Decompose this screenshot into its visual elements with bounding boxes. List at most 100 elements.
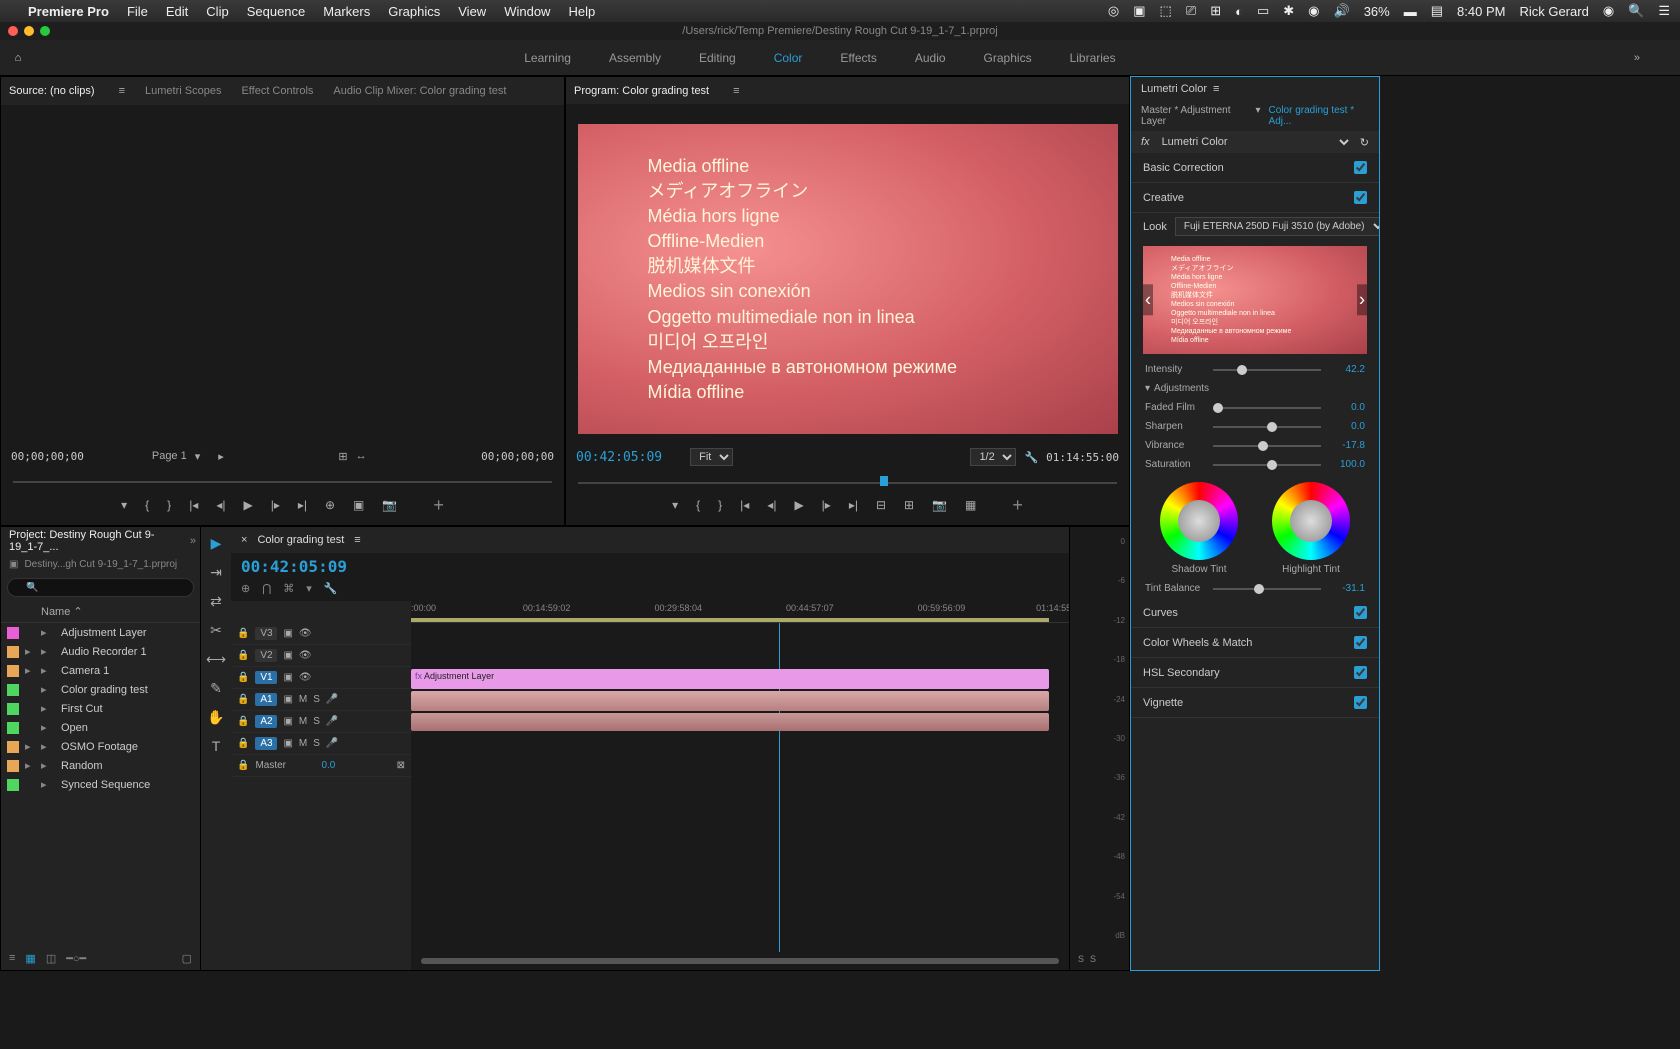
goto-in-icon[interactable]: |◂ <box>740 498 749 512</box>
track-a1[interactable]: A1 <box>255 693 277 706</box>
toggle-output-icon[interactable]: ▣ <box>283 694 292 705</box>
tab-program[interactable]: Program: Color grading test <box>574 85 709 97</box>
saturation-value[interactable]: 100.0 <box>1329 459 1365 470</box>
menu-markers[interactable]: Markers <box>323 4 370 19</box>
in-icon[interactable]: { <box>696 498 700 512</box>
out-icon[interactable]: } <box>718 498 722 512</box>
step-back-icon[interactable]: ◂| <box>767 498 776 512</box>
timeline-timecode[interactable]: 00:42:05:09 <box>231 553 1069 580</box>
sharpen-value[interactable]: 0.0 <box>1329 421 1365 432</box>
goto-out-icon[interactable]: ▸| <box>298 498 307 512</box>
curves-toggle[interactable] <box>1354 606 1367 619</box>
toggle-output-icon[interactable]: ▣ <box>283 716 292 727</box>
menu-sequence[interactable]: Sequence <box>247 4 306 19</box>
slip-tool-icon[interactable]: ⟷ <box>206 651 226 668</box>
zoom-slider[interactable]: ━○━ <box>66 952 86 965</box>
basic-toggle[interactable] <box>1354 161 1367 174</box>
source-scrub[interactable] <box>13 473 552 491</box>
source-page[interactable]: Page 1 <box>152 450 187 462</box>
list-view-icon[interactable]: ≡ <box>9 952 15 964</box>
sharpen-slider[interactable] <box>1213 426 1321 428</box>
goto-out-icon[interactable]: ▸| <box>849 498 858 512</box>
window-minimize[interactable] <box>24 26 34 36</box>
lock-icon[interactable]: 🔒 <box>237 650 249 661</box>
user-name[interactable]: Rick Gerard <box>1519 4 1588 19</box>
tab-menu-icon[interactable]: ≡ <box>733 85 739 97</box>
in-icon[interactable]: { <box>145 498 149 512</box>
project-item[interactable]: ▸▸Camera 1 <box>1 661 200 680</box>
wrench-icon[interactable]: 🔧 <box>1024 451 1038 464</box>
mic-icon[interactable]: 🎤 <box>326 694 338 705</box>
siri-icon[interactable]: ◉ <box>1603 3 1614 19</box>
export-frame-icon[interactable]: 📷 <box>932 498 947 512</box>
menu-view[interactable]: View <box>458 4 486 19</box>
sort-asc-icon[interactable]: ⌃ <box>73 606 82 618</box>
status-icon-2[interactable]: ⎚ <box>1186 3 1196 19</box>
ws-audio[interactable]: Audio <box>915 51 946 65</box>
track-v1[interactable]: V1 <box>255 671 277 684</box>
battery-icon[interactable]: ▬ <box>1404 4 1417 19</box>
expand-arrow-icon[interactable]: ▸ <box>25 664 35 677</box>
program-fit-select[interactable]: Fit <box>690 448 733 466</box>
chevron-down-icon[interactable]: ▾ <box>1256 105 1261 127</box>
project-item[interactable]: ▸▸Audio Recorder 1 <box>1 642 200 661</box>
track-a3[interactable]: A3 <box>255 737 277 750</box>
menu-file[interactable]: File <box>127 4 148 19</box>
play-icon[interactable]: ▶ <box>243 498 252 512</box>
lum-section-curves[interactable]: Curves <box>1131 598 1379 628</box>
lift-icon[interactable]: ⊟ <box>876 498 886 512</box>
clip-adjustment[interactable]: fx Adjustment Layer <box>411 669 1049 689</box>
look-next-icon[interactable]: › <box>1357 284 1367 315</box>
ws-assembly[interactable]: Assembly <box>609 51 661 65</box>
chevron-down-icon[interactable]: ▾ <box>1145 383 1150 394</box>
step-fwd-icon[interactable]: |▸ <box>822 498 831 512</box>
intensity-slider[interactable] <box>1213 369 1321 371</box>
master-val[interactable]: 0.0 <box>321 760 335 771</box>
tl-marker-icon[interactable]: ▾ <box>306 582 312 595</box>
window-close[interactable] <box>8 26 18 36</box>
toggle-output-icon[interactable]: ▣ <box>283 672 292 683</box>
volume-icon[interactable]: 🔊 <box>1334 3 1350 19</box>
cwm-toggle[interactable] <box>1354 636 1367 649</box>
out-icon[interactable]: } <box>167 498 171 512</box>
add-button-icon[interactable]: + <box>1012 495 1023 516</box>
program-res-select[interactable]: 1/2 <box>970 448 1016 466</box>
hsl-toggle[interactable] <box>1354 666 1367 679</box>
project-search-input[interactable] <box>7 578 194 597</box>
track-a2[interactable]: A2 <box>255 715 277 728</box>
export-frame-icon[interactable]: 📷 <box>382 498 397 512</box>
clip-audio[interactable] <box>411 713 1049 731</box>
tl-opt-1-icon[interactable]: ⊕ <box>241 582 250 595</box>
tab-source[interactable]: Source: (no clips) <box>9 85 95 97</box>
project-item[interactable]: ▸▸Random <box>1 756 200 775</box>
look-prev-icon[interactable]: ‹ <box>1143 284 1153 315</box>
dropbox-icon[interactable]: ⬚ <box>1160 3 1172 19</box>
marker-icon[interactable]: ▾ <box>672 498 678 512</box>
ws-overflow-icon[interactable]: » <box>1634 52 1640 64</box>
cc-icon[interactable]: ◎ <box>1108 3 1119 19</box>
mic-icon[interactable]: 🎤 <box>326 716 338 727</box>
ws-libraries[interactable]: Libraries <box>1070 51 1116 65</box>
insert-icon[interactable]: ⊕ <box>325 498 335 512</box>
lum-seq[interactable]: Color grading test * Adj... <box>1269 105 1369 127</box>
lum-section-cwm[interactable]: Color Wheels & Match <box>1131 628 1379 658</box>
seq-menu-icon[interactable]: ≡ <box>354 534 360 546</box>
program-timecode[interactable]: 00:42:05:09 <box>576 450 662 465</box>
menu-icon[interactable]: ☰ <box>1658 3 1670 19</box>
mic-icon[interactable]: 🎤 <box>326 738 338 749</box>
battery-pct[interactable]: 36% <box>1364 4 1390 19</box>
faded-slider[interactable] <box>1213 407 1321 409</box>
chevron-down-icon[interactable]: ▾ <box>195 450 201 463</box>
hand-tool-icon[interactable]: ✋ <box>207 709 224 726</box>
spotlight-icon[interactable]: 🔍 <box>1628 3 1644 19</box>
clip-video[interactable] <box>411 691 1049 711</box>
solo-r[interactable]: S <box>1090 954 1096 964</box>
tab-audio-clip-mixer[interactable]: Audio Clip Mixer: Color grading test <box>333 85 506 97</box>
solo-l[interactable]: S <box>1078 954 1084 964</box>
extract-icon[interactable]: ⊞ <box>904 498 914 512</box>
project-tab[interactable]: Project: Destiny Rough Cut 9-19_1-7_... <box>9 529 170 553</box>
clock[interactable]: 8:40 PM <box>1457 4 1505 19</box>
faded-value[interactable]: 0.0 <box>1329 402 1365 413</box>
highlight-tint-wheel[interactable]: + <box>1272 482 1350 560</box>
date-icon[interactable]: ▤ <box>1431 3 1443 19</box>
